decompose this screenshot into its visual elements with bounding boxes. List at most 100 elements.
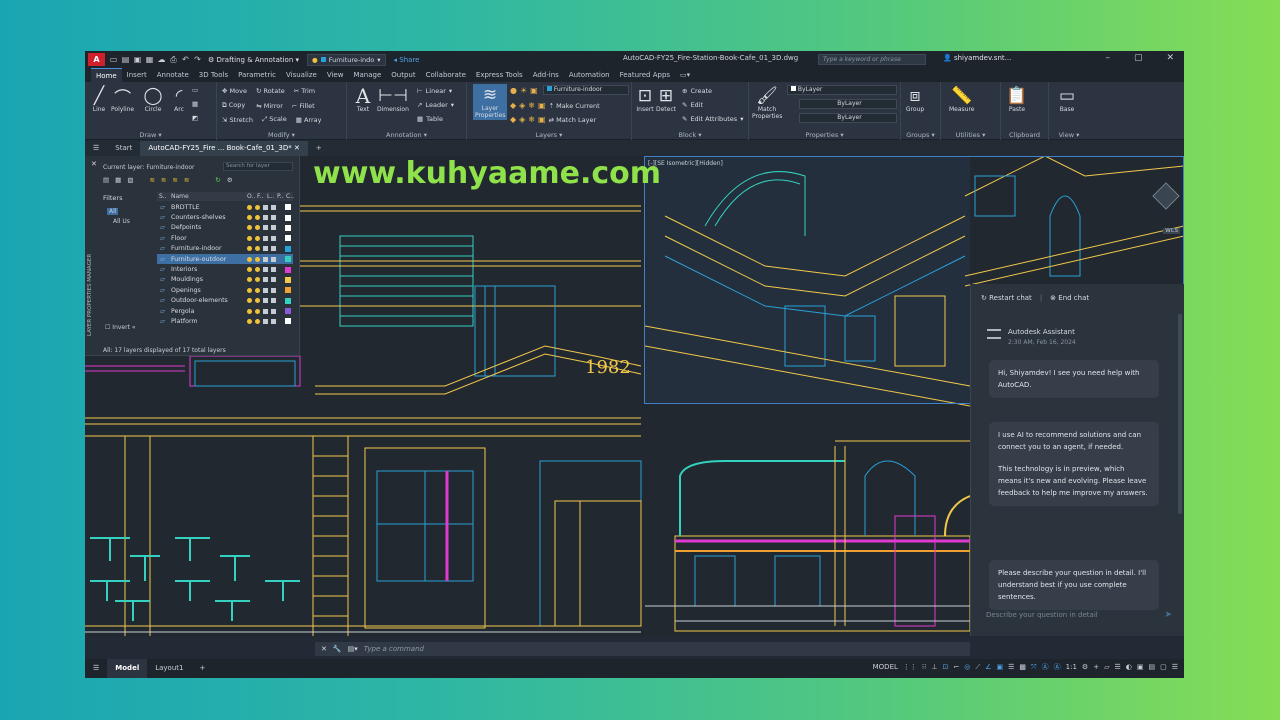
detect-button[interactable]: ⊞ Detect [656,86,676,113]
layer-dropdown[interactable]: ● Furniture-indo ▾ [307,53,386,66]
lock-icon[interactable]: ▣ [530,86,538,95]
copy-button[interactable]: ⧉ Copy [222,101,245,110]
cloud-icon[interactable]: ☁ [157,55,166,64]
col-status[interactable]: S.. [159,193,167,200]
fillet-button[interactable]: ⌐ Fillet [292,102,315,110]
clipboard-panel-title[interactable]: Clipboard [1001,131,1048,139]
tab-parametric[interactable]: Parametric [233,68,281,82]
command-input[interactable]: Type a command [364,645,424,653]
layer-row[interactable]: ▱ Interiors [157,264,293,274]
layer-color-swatch[interactable] [285,297,291,304]
linetype-combo[interactable]: ByLayer [799,113,897,123]
view-panel-title[interactable]: View ▾ [1049,131,1089,139]
layer-thaw-sun-icon[interactable] [255,267,260,273]
layer-unisolate-icon[interactable]: ◈ [519,115,525,124]
layer-row[interactable]: ▱ Pergola [157,306,293,316]
layer-on-lightbulb-icon[interactable] [247,235,252,241]
drawing-canvas[interactable]: [-][SE Isometric][Hidden] WCS www.kuhyaa… [85,156,1184,636]
tab-model[interactable]: Model [107,659,148,678]
new-icon[interactable]: ▭ [109,55,118,64]
layer-lock-icon[interactable] [263,256,268,262]
layer-on-lightbulb-icon[interactable] [247,246,252,252]
layer-lock-icon[interactable] [263,225,268,231]
new-property-filter-icon[interactable]: ▤ [103,176,109,184]
assistant-scrollbar[interactable] [1178,314,1182,514]
assistant-question-input[interactable]: Describe your question in detail [979,606,1179,624]
layer-plot-printer-icon[interactable] [271,204,276,210]
customize-command-icon[interactable]: 🔧 [333,645,342,653]
layer-lock-icon[interactable] [263,287,268,293]
lineweight-combo[interactable]: ByLayer [799,99,897,109]
new-layer-icon[interactable]: ≋ [149,176,154,184]
layer-color-swatch[interactable] [285,256,291,263]
layer-combo[interactable]: Furniture-indoor [543,85,629,95]
close-command-icon[interactable]: ✕ [321,645,327,653]
lineweight-icon[interactable]: ☰ [1008,663,1014,671]
layer-on-lightbulb-icon[interactable] [247,225,252,231]
rotate-button[interactable]: ↻ Rotate [256,87,285,95]
layer-thaw-sun-icon[interactable] [255,235,260,241]
tab-drawing[interactable]: AutoCAD-FY25_Fire ... Book-Cafe_01_3D* ✕ [140,141,308,156]
layer-row[interactable]: ▱ BRDTTLE [157,202,293,212]
undo-icon[interactable]: ↶ [181,55,190,64]
layer-freeze-icon[interactable]: ❄ [528,101,535,110]
layer-lock-icon[interactable] [263,204,268,210]
object-snap-tracking-icon[interactable]: ∠ [985,663,991,671]
redo-icon[interactable]: ↷ [193,55,202,64]
col-freeze[interactable]: F.. [257,193,263,200]
workspace-gear-icon[interactable]: ⚙ [1082,663,1088,671]
tab-3d-tools[interactable]: 3D Tools [194,68,233,82]
layer-thaw-sun-icon[interactable] [255,277,260,283]
layer-thaw-sun-icon[interactable] [255,246,260,252]
maximize-icon[interactable]: ▢ [1134,53,1143,63]
polyline-button[interactable]: ⌒ Polyline [111,86,134,114]
layer-plot-printer-icon[interactable] [271,225,276,231]
layer-row[interactable]: ▱ Mouldings [157,275,293,285]
layer-plot-printer-icon[interactable] [271,318,276,324]
text-button[interactable]: A Text [353,84,373,113]
paste-button[interactable]: 📋 Paste [1006,86,1027,113]
polar-tracking-icon[interactable]: ◎ [964,663,970,671]
wcs-menu[interactable]: WCS [1163,228,1180,234]
tab-view[interactable]: View [322,68,349,82]
layers-panel-title[interactable]: Layers ▾ [467,131,631,139]
settings-gear-icon[interactable]: ⚙ [227,176,233,184]
ortho-icon[interactable]: ⌐ [953,663,959,671]
layer-color-swatch[interactable] [285,308,291,315]
hatch-icon[interactable]: ▦ [192,100,198,108]
auto-scale-icon[interactable]: Ⓐ [1054,662,1061,672]
print-icon[interactable]: ⎙ [169,55,178,65]
layer-color-swatch[interactable] [285,204,291,211]
invert-filter-checkbox[interactable]: ☐ Invert « [105,324,136,331]
tab-express-tools[interactable]: Express Tools [471,68,528,82]
tab-insert[interactable]: Insert [122,68,152,82]
tab-manage[interactable]: Manage [348,68,386,82]
layer-plot-printer-icon[interactable] [271,246,276,252]
table-button[interactable]: ▦ Table [417,115,443,123]
layer-row[interactable]: ▱ Furniture-outdoor [157,253,293,265]
edit-block-button[interactable]: ✎ Edit [682,101,703,109]
layer-isolate-icon[interactable]: ◈ [519,101,525,110]
groups-panel-title[interactable]: Groups ▾ [901,131,940,139]
array-button[interactable]: ▦ Array [296,116,322,124]
units-icon[interactable]: ▱ [1104,663,1109,671]
hardware-acceleration-icon[interactable]: ▤ [1148,663,1155,671]
layer-on-lightbulb-icon[interactable] [247,215,252,221]
base-view-button[interactable]: ▭ Base [1057,86,1077,113]
layer-lock-icon[interactable] [263,267,268,273]
save-icon[interactable]: ▣ [133,55,142,64]
layer-color-swatch[interactable] [285,224,291,231]
layer-plot-printer-icon[interactable] [271,287,276,293]
new-tab-icon[interactable]: + [308,141,330,156]
new-layer-frozen-icon[interactable]: ≋ [161,176,166,184]
tab-collaborate[interactable]: Collaborate [421,68,471,82]
open-icon[interactable]: ▤ [121,55,130,64]
layer-plot-printer-icon[interactable] [271,256,276,262]
layer-off-icon[interactable]: ◆ [510,101,516,110]
annotation-panel-title[interactable]: Annotation ▾ [347,131,466,139]
layer-lock-icon[interactable] [263,277,268,283]
layer-thaw-sun-icon[interactable] [255,225,260,231]
arc-button[interactable]: ◜ Arc [169,86,189,113]
move-button[interactable]: ✥ Move [222,87,247,95]
refresh-icon[interactable]: ↻ [215,176,220,184]
